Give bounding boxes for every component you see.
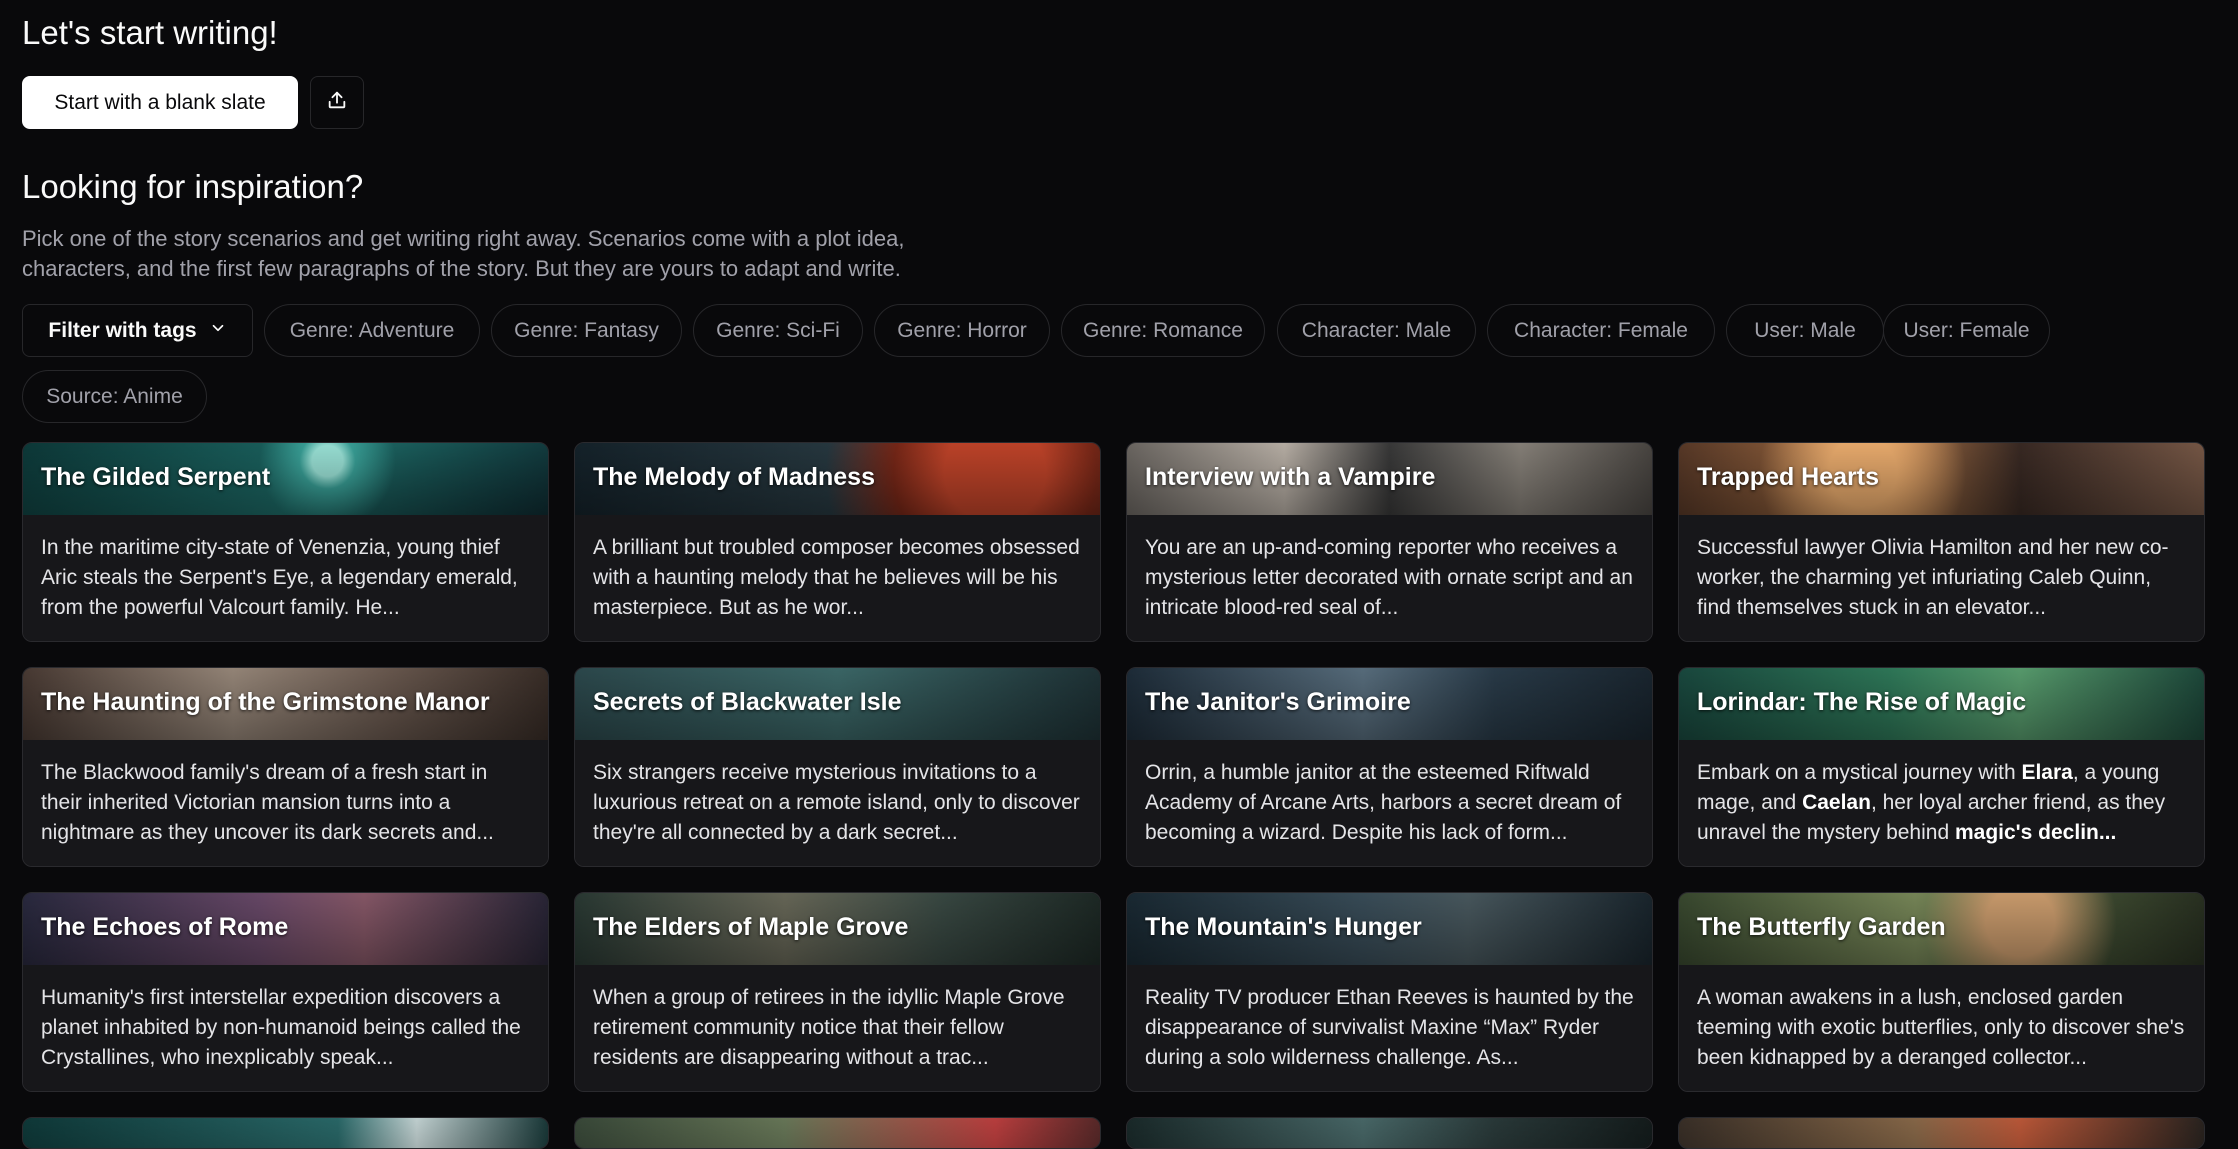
- card-title: The Butterfly Garden: [1697, 913, 1946, 941]
- tag-chip-genre-scifi[interactable]: Genre: Sci-Fi: [693, 304, 863, 357]
- scenario-card-partial[interactable]: [22, 1117, 549, 1149]
- card-description: Successful lawyer Olivia Hamilton and he…: [1697, 536, 2169, 619]
- card-title: Lorindar: The Rise of Magic: [1697, 688, 2027, 716]
- card-description: The Blackwood family's dream of a fresh …: [41, 761, 494, 844]
- card-description: A woman awakens in a lush, enclosed gard…: [1697, 986, 2185, 1069]
- scenario-card[interactable]: Interview with a Vampire You are an up-a…: [1126, 442, 1653, 642]
- upload-button[interactable]: [310, 76, 364, 129]
- card-description: You are an up-and-coming reporter who re…: [1145, 536, 1633, 619]
- scenario-card[interactable]: Trapped Hearts Successful lawyer Olivia …: [1678, 442, 2205, 642]
- scenario-card[interactable]: The Mountain's Hunger Reality TV produce…: [1126, 892, 1653, 1092]
- tag-chip-genre-horror[interactable]: Genre: Horror: [874, 304, 1050, 357]
- scenario-card[interactable]: The Butterfly Garden A woman awakens in …: [1678, 892, 2205, 1092]
- tag-chip-user-male[interactable]: User: Male: [1726, 304, 1884, 357]
- inspiration-description: Pick one of the story scenarios and get …: [22, 226, 905, 281]
- tag-chip-genre-fantasy[interactable]: Genre: Fantasy: [491, 304, 682, 357]
- card-title: Trapped Hearts: [1697, 463, 1880, 491]
- card-description: Orrin, a humble janitor at the esteemed …: [1145, 761, 1622, 844]
- tag-chip-genre-romance[interactable]: Genre: Romance: [1061, 304, 1265, 357]
- card-description: Reality TV producer Ethan Reeves is haun…: [1145, 986, 1634, 1069]
- card-title: The Gilded Serpent: [41, 463, 271, 491]
- scenario-card-partial[interactable]: [1126, 1117, 1653, 1149]
- card-description: In the maritime city-state of Venenzia, …: [41, 536, 518, 619]
- card-description: Humanity's first interstellar expedition…: [41, 986, 521, 1069]
- scenario-card[interactable]: The Haunting of the Grimstone Manor The …: [22, 667, 549, 867]
- inspiration-heading: Looking for inspiration?: [22, 168, 364, 205]
- scenario-card[interactable]: The Echoes of Rome Humanity's first inte…: [22, 892, 549, 1092]
- tag-chip-character-male[interactable]: Character: Male: [1277, 304, 1476, 357]
- card-title: The Elders of Maple Grove: [593, 913, 909, 941]
- card-image: [23, 1118, 548, 1148]
- filter-with-tags-button[interactable]: Filter with tags: [22, 304, 253, 357]
- scenario-card[interactable]: The Gilded Serpent In the maritime city-…: [22, 442, 549, 642]
- card-description: Six strangers receive mysterious invitat…: [593, 761, 1080, 844]
- card-description: Embark on a mystical journey with Elara,…: [1697, 761, 2166, 844]
- card-title: Secrets of Blackwater Isle: [593, 688, 902, 716]
- tag-chip-source-anime[interactable]: Source: Anime: [22, 370, 207, 423]
- tag-chip-genre-adventure[interactable]: Genre: Adventure: [264, 304, 480, 357]
- tag-chip-character-female[interactable]: Character: Female: [1487, 304, 1715, 357]
- scenario-card-partial[interactable]: [574, 1117, 1101, 1149]
- card-title: The Echoes of Rome: [41, 913, 289, 941]
- card-title: The Janitor's Grimoire: [1145, 688, 1411, 716]
- chevron-down-icon: [209, 319, 227, 343]
- card-image: [575, 1118, 1100, 1148]
- card-image: [1679, 1118, 2204, 1148]
- scenario-card[interactable]: The Elders of Maple Grove When a group o…: [574, 892, 1101, 1092]
- card-title: The Melody of Madness: [593, 463, 875, 491]
- upload-icon: [326, 89, 348, 116]
- card-title: The Haunting of the Grimstone Manor: [41, 688, 490, 716]
- card-title: Interview with a Vampire: [1145, 463, 1436, 491]
- scenario-card[interactable]: Secrets of Blackwater Isle Six strangers…: [574, 667, 1101, 867]
- card-description: When a group of retirees in the idyllic …: [593, 986, 1065, 1069]
- scenario-card[interactable]: The Melody of Madness A brilliant but tr…: [574, 442, 1101, 642]
- scenario-card[interactable]: Lorindar: The Rise of Magic Embark on a …: [1678, 667, 2205, 867]
- scenario-card[interactable]: The Janitor's Grimoire Orrin, a humble j…: [1126, 667, 1653, 867]
- card-image: [1127, 1118, 1652, 1148]
- start-blank-slate-button[interactable]: Start with a blank slate: [22, 76, 298, 129]
- card-description: A brilliant but troubled composer become…: [593, 536, 1080, 619]
- tag-chip-user-female[interactable]: User: Female: [1883, 304, 2050, 357]
- filter-label: Filter with tags: [48, 318, 197, 342]
- card-title: The Mountain's Hunger: [1145, 913, 1422, 941]
- scenario-card-partial[interactable]: [1678, 1117, 2205, 1149]
- page-title: Let's start writing!: [22, 14, 278, 51]
